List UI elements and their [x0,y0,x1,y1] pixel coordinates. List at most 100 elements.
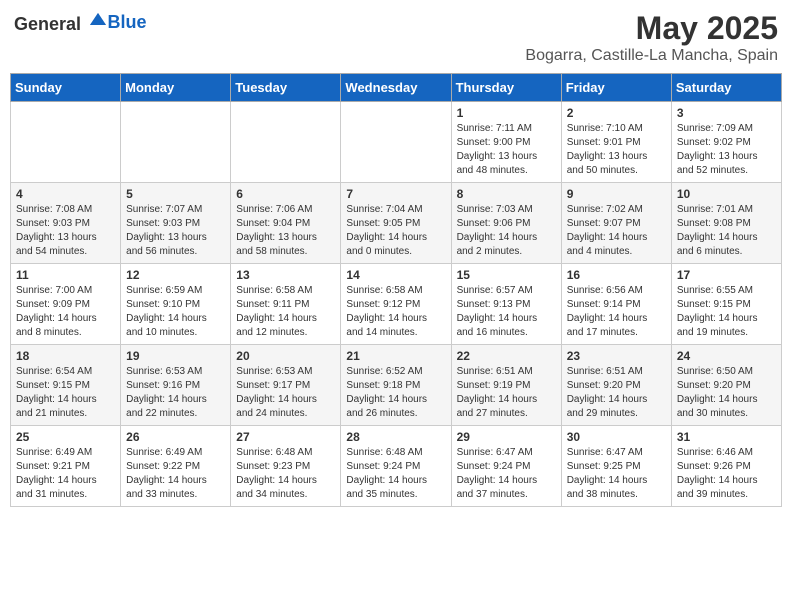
weekday-header-monday: Monday [121,74,231,102]
day-number: 8 [457,187,556,201]
calendar-cell: 9Sunrise: 7:02 AM Sunset: 9:07 PM Daylig… [561,183,671,264]
day-number: 17 [677,268,776,282]
calendar-cell: 1 Sunrise: 7:11 AM Sunset: 9:00 PM Daylig… [451,102,561,183]
weekday-header-sunday: Sunday [11,74,121,102]
calendar-cell: 5 Sunrise: 7:07 AM Sunset: 9:03 PM Daylig… [121,183,231,264]
day-info: Sunrise: 6:49 AM Sunset: 9:21 PM Dayligh… [16,446,115,502]
calendar-cell: 26Sunrise: 6:49 AM Sunset: 9:22 PM Dayli… [121,426,231,507]
day-info: Sunrise: 6:51 AM Sunset: 9:20 PM Dayligh… [567,365,666,421]
calendar-cell: 28 Sunrise: 6:48 AM Sunset: 9:24 PM Dayli… [341,426,451,507]
day-info: Sunrise: 7:07 AM Sunset: 9:03 PM Dayligh… [126,203,225,259]
day-number: 18 [16,349,115,363]
calendar-cell: 15Sunrise: 6:57 AM Sunset: 9:13 PM Dayli… [451,264,561,345]
calendar-cell: 14Sunrise: 6:58 AM Sunset: 9:12 PM Dayli… [341,264,451,345]
calendar-week-1: 1 Sunrise: 7:11 AM Sunset: 9:00 PM Daylig… [11,102,782,183]
weekday-header-wednesday: Wednesday [341,74,451,102]
day-info: Sunrise: 6:47 AM Sunset: 9:24 PM Dayligh… [457,446,556,502]
day-info: Sunrise: 7:10 AM Sunset: 9:01 PM Dayligh… [567,122,666,178]
calendar-cell: 19Sunrise: 6:53 AM Sunset: 9:16 PM Dayli… [121,345,231,426]
day-number: 22 [457,349,556,363]
calendar-cell [341,102,451,183]
day-info: Sunrise: 6:50 AM Sunset: 9:20 PM Dayligh… [677,365,776,421]
calendar-cell: 30 Sunrise: 6:47 AM Sunset: 9:25 PM Dayli… [561,426,671,507]
day-number: 3 [677,106,776,120]
day-number: 10 [677,187,776,201]
day-number: 16 [567,268,666,282]
calendar-week-5: 25Sunrise: 6:49 AM Sunset: 9:21 PM Dayli… [11,426,782,507]
day-number: 20 [236,349,335,363]
day-number: 2 [567,106,666,120]
day-info: Sunrise: 7:04 AM Sunset: 9:05 PM Dayligh… [346,203,445,259]
calendar-week-4: 18Sunrise: 6:54 AM Sunset: 9:15 PM Dayli… [11,345,782,426]
day-number: 13 [236,268,335,282]
day-number: 5 [126,187,225,201]
day-info: Sunrise: 6:58 AM Sunset: 9:12 PM Dayligh… [346,284,445,340]
calendar-cell: 27 Sunrise: 6:48 AM Sunset: 9:23 PM Dayli… [231,426,341,507]
day-info: Sunrise: 6:58 AM Sunset: 9:11 PM Dayligh… [236,284,335,340]
day-number: 1 [457,106,556,120]
day-number: 30 [567,430,666,444]
day-number: 7 [346,187,445,201]
day-number: 4 [16,187,115,201]
subtitle: Bogarra, Castille-La Mancha, Spain [525,47,778,65]
day-number: 23 [567,349,666,363]
day-info: Sunrise: 6:57 AM Sunset: 9:13 PM Dayligh… [457,284,556,340]
calendar-cell: 12 Sunrise: 6:59 AM Sunset: 9:10 PM Dayli… [121,264,231,345]
calendar-cell: 3 Sunrise: 7:09 AM Sunset: 9:02 PM Daylig… [671,102,781,183]
calendar-cell: 10 Sunrise: 7:01 AM Sunset: 9:08 PM Dayli… [671,183,781,264]
day-number: 12 [126,268,225,282]
calendar-cell: 13 Sunrise: 6:58 AM Sunset: 9:11 PM Dayli… [231,264,341,345]
day-info: Sunrise: 6:59 AM Sunset: 9:10 PM Dayligh… [126,284,225,340]
calendar-cell: 20 Sunrise: 6:53 AM Sunset: 9:17 PM Dayli… [231,345,341,426]
weekday-header-friday: Friday [561,74,671,102]
calendar-cell [121,102,231,183]
title-block: May 2025 Bogarra, Castille-La Mancha, Sp… [525,10,778,65]
calendar-cell: 25Sunrise: 6:49 AM Sunset: 9:21 PM Dayli… [11,426,121,507]
calendar-cell [231,102,341,183]
day-info: Sunrise: 7:06 AM Sunset: 9:04 PM Dayligh… [236,203,335,259]
day-info: Sunrise: 6:55 AM Sunset: 9:15 PM Dayligh… [677,284,776,340]
calendar-cell: 24 Sunrise: 6:50 AM Sunset: 9:20 PM Dayli… [671,345,781,426]
calendar-cell: 7 Sunrise: 7:04 AM Sunset: 9:05 PM Daylig… [341,183,451,264]
day-info: Sunrise: 6:46 AM Sunset: 9:26 PM Dayligh… [677,446,776,502]
day-info: Sunrise: 6:53 AM Sunset: 9:17 PM Dayligh… [236,365,335,421]
calendar-cell: 21Sunrise: 6:52 AM Sunset: 9:18 PM Dayli… [341,345,451,426]
day-info: Sunrise: 6:51 AM Sunset: 9:19 PM Dayligh… [457,365,556,421]
logo: General Blue [14,10,147,35]
page-header: General Blue May 2025 Bogarra, Castille-… [10,10,782,65]
day-info: Sunrise: 7:09 AM Sunset: 9:02 PM Dayligh… [677,122,776,178]
calendar-cell: 18Sunrise: 6:54 AM Sunset: 9:15 PM Dayli… [11,345,121,426]
calendar-header: SundayMondayTuesdayWednesdayThursdayFrid… [11,74,782,102]
weekday-header-thursday: Thursday [451,74,561,102]
calendar-cell: 11Sunrise: 7:00 AM Sunset: 9:09 PM Dayli… [11,264,121,345]
day-number: 31 [677,430,776,444]
calendar-cell: 2 Sunrise: 7:10 AM Sunset: 9:01 PM Daylig… [561,102,671,183]
weekday-header-saturday: Saturday [671,74,781,102]
day-number: 27 [236,430,335,444]
day-info: Sunrise: 7:00 AM Sunset: 9:09 PM Dayligh… [16,284,115,340]
day-number: 24 [677,349,776,363]
day-number: 6 [236,187,335,201]
day-info: Sunrise: 6:56 AM Sunset: 9:14 PM Dayligh… [567,284,666,340]
day-info: Sunrise: 6:47 AM Sunset: 9:25 PM Dayligh… [567,446,666,502]
calendar-cell: 23 Sunrise: 6:51 AM Sunset: 9:20 PM Dayli… [561,345,671,426]
day-number: 21 [346,349,445,363]
day-info: Sunrise: 7:01 AM Sunset: 9:08 PM Dayligh… [677,203,776,259]
calendar-cell: 16 Sunrise: 6:56 AM Sunset: 9:14 PM Dayli… [561,264,671,345]
day-number: 29 [457,430,556,444]
calendar-table: SundayMondayTuesdayWednesdayThursdayFrid… [10,73,782,507]
day-number: 28 [346,430,445,444]
day-info: Sunrise: 7:11 AM Sunset: 9:00 PM Dayligh… [457,122,556,178]
calendar-cell: 22 Sunrise: 6:51 AM Sunset: 9:19 PM Dayli… [451,345,561,426]
weekday-header-tuesday: Tuesday [231,74,341,102]
day-info: Sunrise: 6:49 AM Sunset: 9:22 PM Dayligh… [126,446,225,502]
day-number: 19 [126,349,225,363]
calendar-cell: 29 Sunrise: 6:47 AM Sunset: 9:24 PM Dayli… [451,426,561,507]
calendar-cell: 6 Sunrise: 7:06 AM Sunset: 9:04 PM Daylig… [231,183,341,264]
day-info: Sunrise: 6:48 AM Sunset: 9:23 PM Dayligh… [236,446,335,502]
day-info: Sunrise: 6:48 AM Sunset: 9:24 PM Dayligh… [346,446,445,502]
logo-general: General [14,14,81,34]
main-title: May 2025 [525,10,778,47]
calendar-cell: 4Sunrise: 7:08 AM Sunset: 9:03 PM Daylig… [11,183,121,264]
calendar-cell [11,102,121,183]
